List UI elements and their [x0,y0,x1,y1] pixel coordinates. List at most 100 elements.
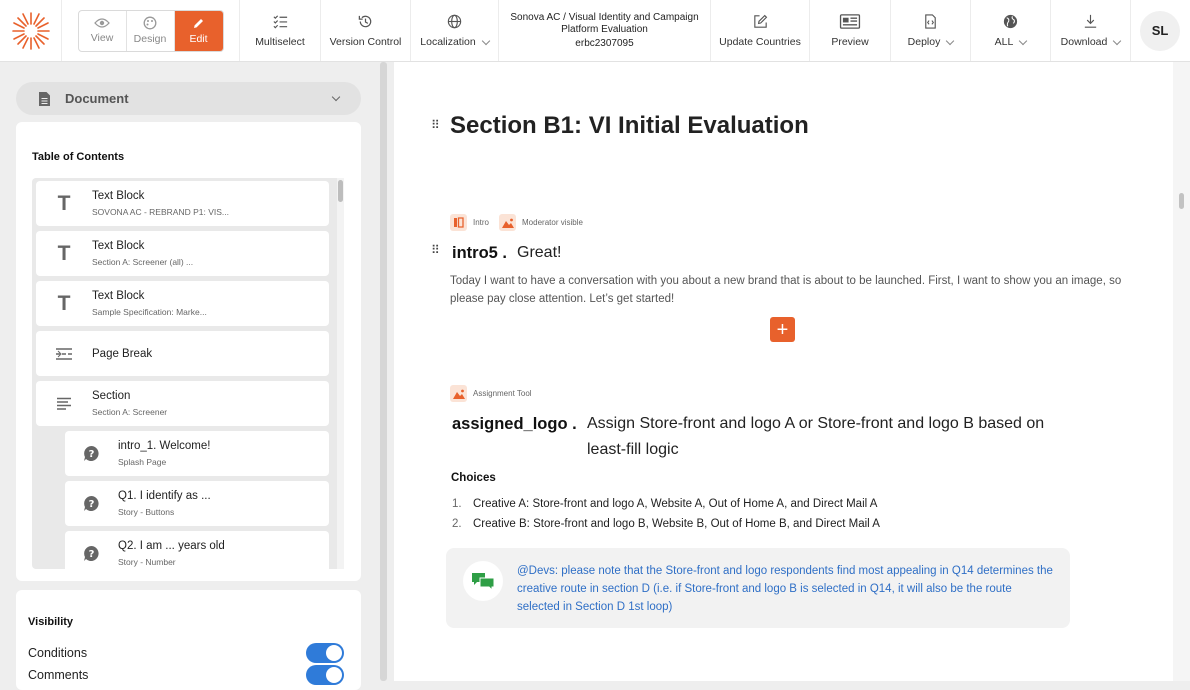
localization-dropdown[interactable]: Localization [411,0,499,61]
visibility-title: Visibility [28,616,74,628]
toc-item-subtitle: Splash Page [118,457,167,467]
section-title[interactable]: Section B1: VI Initial Evaluation [450,112,809,140]
question-icon: ? [65,545,118,562]
moderator-visible-label: Moderator visible [522,218,583,227]
comments-toggle[interactable] [306,665,344,685]
project-info: Sonova AC / Visual Identity and Campaign… [499,0,711,61]
panel-resize-handle[interactable] [380,62,387,681]
eye-icon [94,18,110,28]
toc-scrollbar[interactable] [337,178,344,569]
toc-item-subtitle: Story - Number [118,557,176,567]
toc-scrollbar-thumb[interactable] [338,180,343,202]
add-block-button[interactable]: + [770,317,795,342]
toc-item[interactable]: ? Q2. I am ... years old Story - Number [65,531,329,569]
toc-item-title: Text Block [92,190,145,202]
text-block-icon: T [57,291,71,315]
avatar[interactable]: SL [1140,10,1180,51]
view-mode-button[interactable]: View [79,10,127,51]
toc-item-subtitle: SOVONA AC - REBRAND P1: VIS... [92,207,229,217]
update-countries-button[interactable]: Update Countries [711,0,810,61]
toc-item-subtitle: Sample Specification: Marke... [92,307,207,317]
svg-text:?: ? [89,499,95,510]
user-menu[interactable]: SL [1131,0,1189,61]
assignment-tool-label: Assignment Tool [473,389,532,398]
edit-mode-label: Edit [189,32,208,45]
image-icon [499,214,517,231]
choice-text: Creative B: Store-front and logo B, Webs… [473,518,880,530]
toc-item-subtitle: Section A: Screener [92,407,168,417]
code-file-icon [925,14,936,29]
toc-item[interactable]: T Text Block Section A: Screener (all) ..… [36,231,329,276]
app-logo[interactable] [0,0,62,61]
world-icon [1003,14,1018,29]
comments-label: Comments [28,668,89,682]
design-mode-label: Design [133,33,167,45]
toc-item[interactable]: Page Break [36,331,329,376]
sunburst-logo-icon [11,11,50,50]
toc-item-title: intro_1. Welcome! [118,440,211,452]
version-control-label: Version Control [329,36,402,48]
update-countries-label: Update Countries [719,36,801,48]
question-text[interactable]: Great! [517,240,561,266]
svg-text:?: ? [89,449,95,460]
pencil-icon [194,18,203,28]
design-mode-button[interactable]: Design [127,10,175,51]
text-block-icon: T [57,191,71,215]
toc-item[interactable]: ? Q1. I identify as ... Story - Buttons [65,481,329,526]
image-icon [450,385,467,402]
conditions-label: Conditions [28,646,88,660]
choice-item[interactable]: 2. Creative B: Store-front and logo B, We… [452,518,880,530]
choice-item[interactable]: 1. Creative A: Store-front and logo A, We… [452,498,877,510]
dev-note[interactable]: @Devs: please note that the Store-front … [446,548,1070,628]
chat-bubbles-icon [463,561,503,601]
intro-tag-icon [450,214,467,231]
question-id[interactable]: intro5 . [452,244,507,263]
multiselect-button[interactable]: Multiselect [240,0,321,61]
toc-item-title: Text Block [92,240,145,252]
deploy-label: Deploy [907,36,941,48]
drag-handle-icon[interactable]: ⠿ [431,119,441,131]
drag-handle-icon[interactable]: ⠿ [431,244,441,256]
choice-number: 2. [452,518,462,530]
toc-item[interactable]: ? intro_1. Welcome! Splash Page [65,431,329,476]
toc-title: Table of Contents [32,151,125,163]
preview-label: Preview [831,36,869,48]
choices-title: Choices [451,472,496,484]
edit-mode-button[interactable]: Edit [174,10,223,51]
chevron-down-icon [481,36,490,45]
deploy-dropdown[interactable]: Deploy [891,0,971,61]
question-text[interactable]: Assign Store-front and logo A or Store-f… [587,411,1087,463]
intro-tags: Intro Moderator visible [450,214,583,231]
main-scrollbar-thumb[interactable] [1179,193,1184,209]
toc-list[interactable]: T Text Block SOVONA AC - REBRAND P1: VIS.… [32,178,344,569]
toc-item[interactable]: Section Section A: Screener [36,381,329,426]
toc-item-title: Text Block [92,290,145,302]
history-icon [358,15,372,28]
main-scrollbar[interactable] [1173,62,1190,681]
intro-paragraph[interactable]: Today I want to have a conversation with… [450,272,1140,308]
question-icon: ? [65,445,118,462]
toc-item-title: Q1. I identify as ... [118,490,211,502]
toc-item[interactable]: T Text Block Sample Specification: Marke.… [36,281,329,326]
svg-text:?: ? [89,549,95,560]
chevron-down-icon [946,36,955,45]
version-control-button[interactable]: Version Control [321,0,411,61]
chevron-down-icon [331,92,341,102]
conditions-toggle[interactable] [306,643,344,663]
dev-note-text: @Devs: please note that the Store-front … [517,565,1053,613]
checklist-icon [272,15,287,29]
language-label: ALL [994,36,1014,48]
download-dropdown[interactable]: Download [1051,0,1131,61]
preview-icon [839,14,861,29]
text-block-icon: T [57,241,71,265]
toc-item[interactable]: T Text Block SOVONA AC - REBRAND P1: VIS.… [36,181,329,226]
question-id[interactable]: assigned_logo . [452,415,577,434]
document-dropdown[interactable]: Document [16,82,361,115]
language-dropdown[interactable]: ALL [971,0,1051,61]
preview-button[interactable]: Preview [810,0,891,61]
document-icon [39,91,50,106]
choice-text: Creative A: Store-front and logo A, Webs… [473,498,878,510]
top-toolbar: View Design Edit Multiselect Version Con… [0,0,1190,62]
toc-item-title: Q2. I am ... years old [118,540,225,552]
download-label: Download [1060,36,1108,48]
